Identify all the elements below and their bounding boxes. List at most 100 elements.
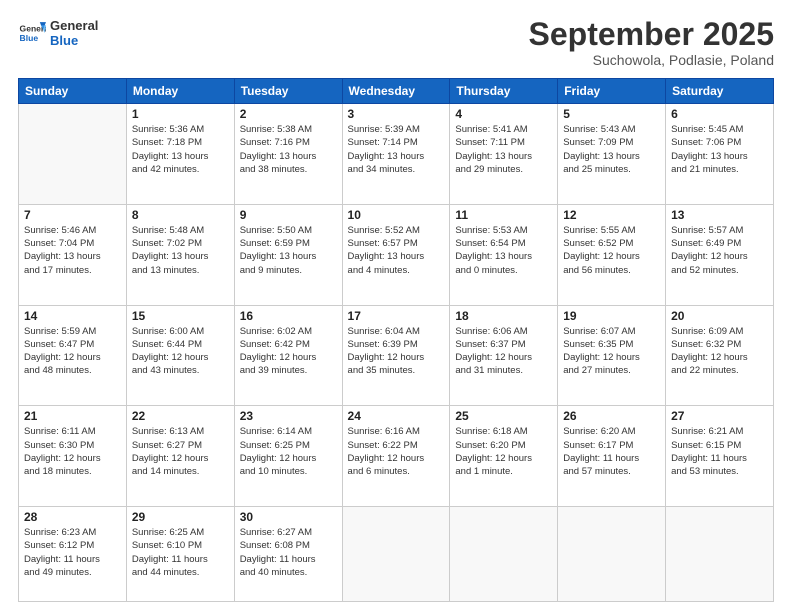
calendar-header-sunday: Sunday bbox=[19, 79, 127, 104]
calendar-header-tuesday: Tuesday bbox=[234, 79, 342, 104]
svg-text:Blue: Blue bbox=[20, 33, 39, 43]
day-number: 25 bbox=[455, 409, 552, 423]
day-number: 15 bbox=[132, 309, 229, 323]
day-number: 3 bbox=[348, 107, 445, 121]
day-info: Sunrise: 5:46 AM Sunset: 7:04 PM Dayligh… bbox=[24, 224, 121, 277]
calendar-cell: 25 Sunrise: 6:18 AM Sunset: 6:20 PM Dayli… bbox=[450, 406, 558, 507]
calendar-cell: 22Sunrise: 6:13 AM Sunset: 6:27 PM Dayli… bbox=[126, 406, 234, 507]
day-info: Sunrise: 5:50 AM Sunset: 6:59 PM Dayligh… bbox=[240, 224, 337, 277]
logo-icon: General Blue bbox=[18, 19, 46, 47]
calendar-cell: 29 Sunrise: 6:25 AM Sunset: 6:10 PM Dayli… bbox=[126, 507, 234, 602]
week-row-5: 28 Sunrise: 6:23 AM Sunset: 6:12 PM Dayli… bbox=[19, 507, 774, 602]
calendar-cell: 10 Sunrise: 5:52 AM Sunset: 6:57 PM Dayli… bbox=[342, 204, 450, 305]
day-info: Sunrise: 6:13 AM Sunset: 6:27 PM Dayligh… bbox=[132, 425, 229, 478]
day-info: Sunrise: 5:48 AM Sunset: 7:02 PM Dayligh… bbox=[132, 224, 229, 277]
calendar-cell bbox=[666, 507, 774, 602]
calendar-cell: 1Sunrise: 5:36 AM Sunset: 7:18 PM Daylig… bbox=[126, 104, 234, 205]
calendar-cell bbox=[558, 507, 666, 602]
day-number: 7 bbox=[24, 208, 121, 222]
calendar-cell: 21 Sunrise: 6:11 AM Sunset: 6:30 PM Dayli… bbox=[19, 406, 127, 507]
week-row-2: 7 Sunrise: 5:46 AM Sunset: 7:04 PM Daylig… bbox=[19, 204, 774, 305]
calendar-cell: 20 Sunrise: 6:09 AM Sunset: 6:32 PM Dayli… bbox=[666, 305, 774, 406]
header: General Blue General Blue September 2025… bbox=[18, 18, 774, 68]
calendar-header-monday: Monday bbox=[126, 79, 234, 104]
day-info: Sunrise: 6:27 AM Sunset: 6:08 PM Dayligh… bbox=[240, 526, 337, 579]
day-number: 14 bbox=[24, 309, 121, 323]
day-info: Sunrise: 5:38 AM Sunset: 7:16 PM Dayligh… bbox=[240, 123, 337, 176]
day-number: 2 bbox=[240, 107, 337, 121]
calendar-header-thursday: Thursday bbox=[450, 79, 558, 104]
day-info: Sunrise: 6:25 AM Sunset: 6:10 PM Dayligh… bbox=[132, 526, 229, 579]
calendar-cell: 9 Sunrise: 5:50 AM Sunset: 6:59 PM Daylig… bbox=[234, 204, 342, 305]
calendar-cell: 26 Sunrise: 6:20 AM Sunset: 6:17 PM Dayli… bbox=[558, 406, 666, 507]
day-number: 9 bbox=[240, 208, 337, 222]
day-number: 27 bbox=[671, 409, 768, 423]
day-number: 28 bbox=[24, 510, 121, 524]
location-subtitle: Suchowola, Podlasie, Poland bbox=[529, 52, 774, 68]
day-info: Sunrise: 6:20 AM Sunset: 6:17 PM Dayligh… bbox=[563, 425, 660, 478]
calendar-cell bbox=[342, 507, 450, 602]
day-number: 24 bbox=[348, 409, 445, 423]
calendar-cell: 30 Sunrise: 6:27 AM Sunset: 6:08 PM Dayli… bbox=[234, 507, 342, 602]
calendar-cell: 6Sunrise: 5:45 AM Sunset: 7:06 PM Daylig… bbox=[666, 104, 774, 205]
day-info: Sunrise: 6:11 AM Sunset: 6:30 PM Dayligh… bbox=[24, 425, 121, 478]
title-area: September 2025 Suchowola, Podlasie, Pola… bbox=[529, 18, 774, 68]
day-number: 26 bbox=[563, 409, 660, 423]
day-info: Sunrise: 5:57 AM Sunset: 6:49 PM Dayligh… bbox=[671, 224, 768, 277]
calendar-header-row: SundayMondayTuesdayWednesdayThursdayFrid… bbox=[19, 79, 774, 104]
day-info: Sunrise: 6:09 AM Sunset: 6:32 PM Dayligh… bbox=[671, 325, 768, 378]
calendar-cell: 2 Sunrise: 5:38 AM Sunset: 7:16 PM Daylig… bbox=[234, 104, 342, 205]
day-number: 23 bbox=[240, 409, 337, 423]
day-info: Sunrise: 5:55 AM Sunset: 6:52 PM Dayligh… bbox=[563, 224, 660, 277]
day-number: 17 bbox=[348, 309, 445, 323]
day-info: Sunrise: 5:41 AM Sunset: 7:11 PM Dayligh… bbox=[455, 123, 552, 176]
calendar-cell: 14 Sunrise: 5:59 AM Sunset: 6:47 PM Dayli… bbox=[19, 305, 127, 406]
day-info: Sunrise: 5:36 AM Sunset: 7:18 PM Dayligh… bbox=[132, 123, 229, 176]
month-title: September 2025 bbox=[529, 18, 774, 50]
logo: General Blue General Blue bbox=[18, 18, 98, 48]
calendar-cell: 27Sunrise: 6:21 AM Sunset: 6:15 PM Dayli… bbox=[666, 406, 774, 507]
day-info: Sunrise: 6:23 AM Sunset: 6:12 PM Dayligh… bbox=[24, 526, 121, 579]
calendar-body: 1Sunrise: 5:36 AM Sunset: 7:18 PM Daylig… bbox=[19, 104, 774, 602]
calendar-header-friday: Friday bbox=[558, 79, 666, 104]
calendar-cell: 16 Sunrise: 6:02 AM Sunset: 6:42 PM Dayli… bbox=[234, 305, 342, 406]
day-info: Sunrise: 6:18 AM Sunset: 6:20 PM Dayligh… bbox=[455, 425, 552, 478]
day-number: 12 bbox=[563, 208, 660, 222]
day-info: Sunrise: 5:53 AM Sunset: 6:54 PM Dayligh… bbox=[455, 224, 552, 277]
calendar-cell: 7 Sunrise: 5:46 AM Sunset: 7:04 PM Daylig… bbox=[19, 204, 127, 305]
day-info: Sunrise: 6:06 AM Sunset: 6:37 PM Dayligh… bbox=[455, 325, 552, 378]
calendar-cell bbox=[19, 104, 127, 205]
day-number: 8 bbox=[132, 208, 229, 222]
day-info: Sunrise: 6:00 AM Sunset: 6:44 PM Dayligh… bbox=[132, 325, 229, 378]
day-info: Sunrise: 6:07 AM Sunset: 6:35 PM Dayligh… bbox=[563, 325, 660, 378]
week-row-4: 21 Sunrise: 6:11 AM Sunset: 6:30 PM Dayli… bbox=[19, 406, 774, 507]
day-number: 11 bbox=[455, 208, 552, 222]
calendar-cell: 5Sunrise: 5:43 AM Sunset: 7:09 PM Daylig… bbox=[558, 104, 666, 205]
day-info: Sunrise: 6:02 AM Sunset: 6:42 PM Dayligh… bbox=[240, 325, 337, 378]
calendar-cell: 11 Sunrise: 5:53 AM Sunset: 6:54 PM Dayli… bbox=[450, 204, 558, 305]
day-number: 4 bbox=[455, 107, 552, 121]
calendar-cell: 17Sunrise: 6:04 AM Sunset: 6:39 PM Dayli… bbox=[342, 305, 450, 406]
calendar-cell: 23Sunrise: 6:14 AM Sunset: 6:25 PM Dayli… bbox=[234, 406, 342, 507]
week-row-1: 1Sunrise: 5:36 AM Sunset: 7:18 PM Daylig… bbox=[19, 104, 774, 205]
day-number: 6 bbox=[671, 107, 768, 121]
day-number: 29 bbox=[132, 510, 229, 524]
calendar-cell: 3Sunrise: 5:39 AM Sunset: 7:14 PM Daylig… bbox=[342, 104, 450, 205]
day-number: 16 bbox=[240, 309, 337, 323]
logo-blue: Blue bbox=[50, 33, 98, 48]
logo-general: General bbox=[50, 18, 98, 33]
calendar-cell: 13 Sunrise: 5:57 AM Sunset: 6:49 PM Dayli… bbox=[666, 204, 774, 305]
day-info: Sunrise: 5:52 AM Sunset: 6:57 PM Dayligh… bbox=[348, 224, 445, 277]
calendar-cell: 4 Sunrise: 5:41 AM Sunset: 7:11 PM Daylig… bbox=[450, 104, 558, 205]
day-info: Sunrise: 5:43 AM Sunset: 7:09 PM Dayligh… bbox=[563, 123, 660, 176]
day-number: 30 bbox=[240, 510, 337, 524]
day-number: 20 bbox=[671, 309, 768, 323]
calendar-cell: 18Sunrise: 6:06 AM Sunset: 6:37 PM Dayli… bbox=[450, 305, 558, 406]
week-row-3: 14 Sunrise: 5:59 AM Sunset: 6:47 PM Dayli… bbox=[19, 305, 774, 406]
day-info: Sunrise: 5:59 AM Sunset: 6:47 PM Dayligh… bbox=[24, 325, 121, 378]
calendar-cell: 8 Sunrise: 5:48 AM Sunset: 7:02 PM Daylig… bbox=[126, 204, 234, 305]
day-number: 13 bbox=[671, 208, 768, 222]
day-number: 10 bbox=[348, 208, 445, 222]
calendar-header-saturday: Saturday bbox=[666, 79, 774, 104]
day-number: 21 bbox=[24, 409, 121, 423]
